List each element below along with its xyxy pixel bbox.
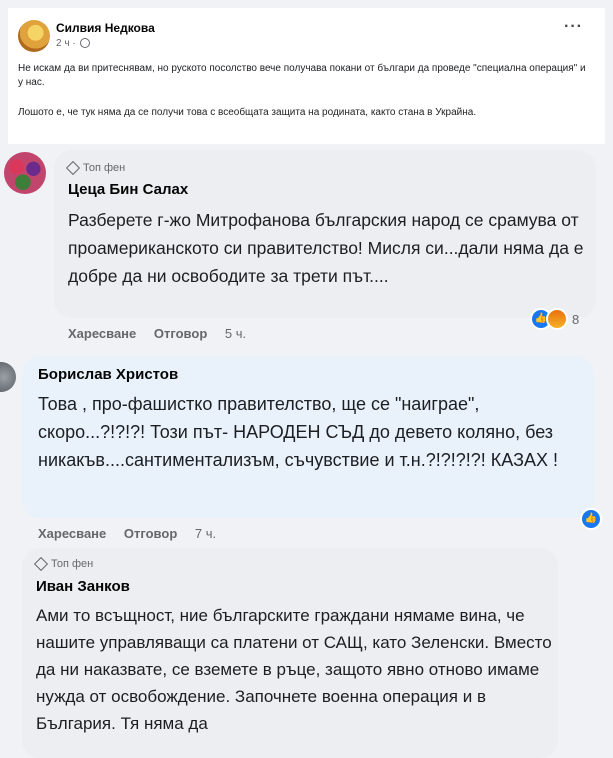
post-card: Силвия Недкова 2 ч · ··· Не искам да ви …: [8, 8, 605, 144]
comment-text: Това , про-фашистко правителство, ще се …: [38, 394, 558, 470]
comment-author[interactable]: Цеца Бин Салах: [68, 181, 188, 198]
post-author-name[interactable]: Силвия Недкова: [56, 21, 155, 35]
comment-time[interactable]: 5 ч.: [225, 326, 246, 341]
comment-author[interactable]: Иван Занков: [36, 578, 130, 595]
comment-author[interactable]: Борислав Христов: [38, 366, 178, 383]
top-fan-badge: Топ фен: [65, 161, 126, 176]
post-time[interactable]: 2 ч ·: [56, 38, 76, 49]
comment-time[interactable]: 7 ч.: [195, 526, 216, 541]
reply-button[interactable]: Отговор: [124, 526, 177, 541]
top-fan-label: Топ фен: [83, 162, 126, 174]
post-meta[interactable]: 2 ч ·: [56, 38, 91, 49]
reaction-count: 8: [572, 311, 580, 327]
more-options-icon[interactable]: ···: [564, 18, 583, 36]
globe-icon: [80, 38, 91, 49]
top-fan-label: Топ фен: [51, 558, 94, 570]
comment-avatar[interactable]: [4, 152, 46, 194]
like-button[interactable]: Харесване: [68, 326, 136, 341]
thumbs-up-icon[interactable]: 👍: [580, 508, 602, 530]
comment-actions: Харесване Отговор 7 ч.: [38, 526, 230, 541]
post-author-avatar[interactable]: [18, 20, 50, 52]
top-fan-badge: Топ фен: [33, 557, 94, 572]
comment-actions: Харесване Отговор 5 ч.: [68, 326, 260, 341]
reaction-summary[interactable]: 👍 8: [530, 308, 579, 330]
diamond-icon: [65, 161, 81, 176]
post-paragraph: Не искам да ви притеснявам, но руското п…: [18, 63, 586, 88]
comment-text: Разберете г-жо Митрофанова българския на…: [68, 210, 584, 286]
comment-avatar[interactable]: [0, 362, 16, 392]
post-paragraph: Лошото е, че тук няма да се получи това …: [18, 107, 477, 118]
like-button[interactable]: Харесване: [38, 526, 106, 541]
diamond-icon: [33, 557, 49, 572]
angry-face-icon: [546, 308, 568, 330]
reply-button[interactable]: Отговор: [154, 326, 207, 341]
comment-text: Ами то всъщност, ние българските граждан…: [36, 606, 552, 733]
